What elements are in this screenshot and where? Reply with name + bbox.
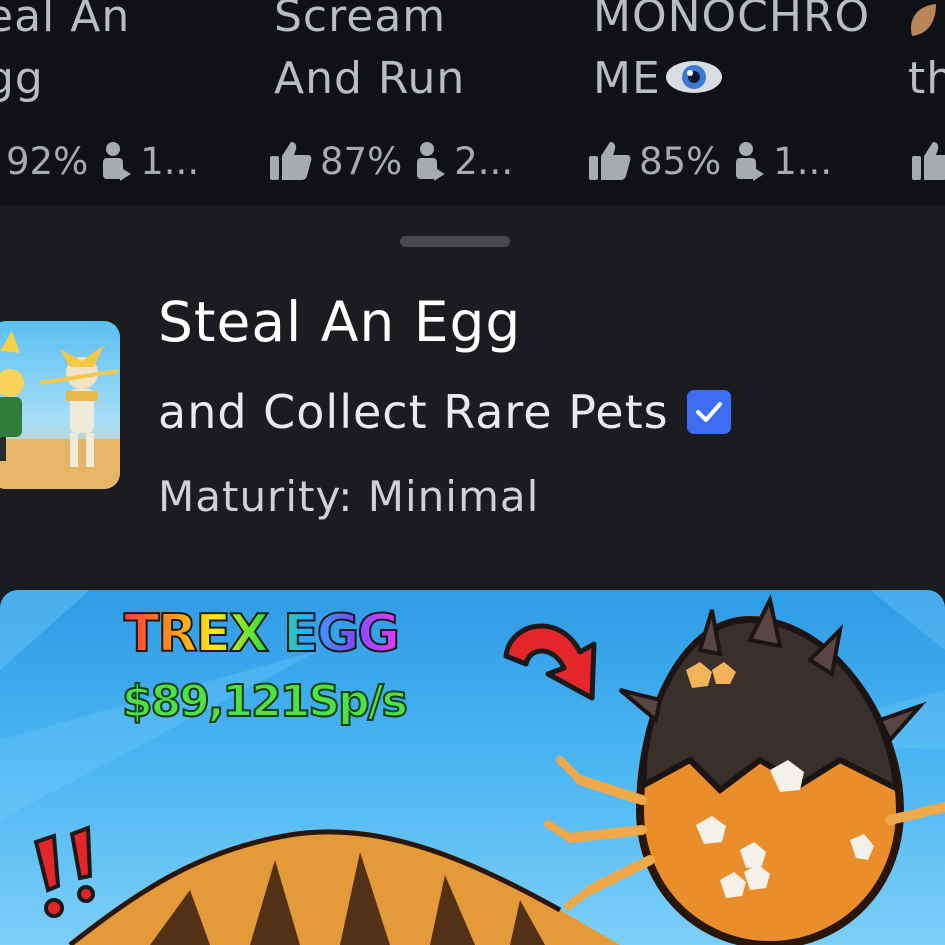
verified-badge-icon — [686, 390, 731, 434]
game-subtitle-row: and Collect Rare Pets — [158, 381, 731, 443]
carousel-card[interactable]: th — [908, 0, 945, 205]
thumbs-up-icon — [589, 142, 631, 180]
players-stat: 1... — [98, 140, 199, 183]
carousel-card[interactable]: MONOCHRO ME 85% 1... — [589, 0, 893, 205]
drag-handle[interactable] — [400, 236, 510, 247]
game-carousel: eal An gg 92% 1... Scream And Run 87% — [0, 0, 945, 205]
card-title: th — [908, 53, 945, 104]
card-title-text: MONOCHRO ME — [593, 0, 871, 104]
maturity-rating: Maturity: Minimal — [158, 472, 540, 521]
alert-marks — [33, 825, 95, 918]
trex-egg — [544, 594, 945, 945]
players-text: 1... — [140, 139, 200, 183]
thumbs-up-icon — [912, 142, 945, 180]
card-stats — [912, 136, 945, 186]
player-icon — [98, 141, 132, 181]
curved-arrow-icon — [503, 623, 597, 701]
players-text: 2... — [454, 139, 514, 183]
game-thumbnail[interactable]: TREX EGG $89,121Sp/s — [0, 590, 945, 945]
card-stats: 87% 2... — [270, 136, 513, 186]
carousel-card[interactable]: eal An gg 92% 1... — [0, 0, 286, 205]
thumbnail-rate: $89,121Sp/s — [121, 675, 409, 728]
eye-icon — [665, 50, 723, 112]
card-stats: 92% 1... — [6, 136, 199, 186]
game-icon[interactable] — [0, 321, 120, 489]
players-text: 1... — [773, 139, 833, 183]
player-icon — [731, 141, 765, 181]
card-title: MONOCHRO ME — [593, 0, 893, 112]
rating-stat: 85% — [589, 140, 721, 183]
card-title: eal An gg — [0, 0, 131, 104]
players-stat: 2... — [412, 140, 513, 183]
card-stats: 85% 1... — [589, 136, 832, 186]
players-stat: 1... — [731, 140, 832, 183]
card-title: Scream And Run — [274, 0, 466, 104]
rating-text: 87% — [320, 139, 403, 183]
carousel-card[interactable]: Scream And Run 87% 2... — [270, 0, 574, 205]
rating-stat: 87% — [270, 140, 402, 183]
thumbs-up-icon — [270, 142, 312, 180]
rating-text: 85% — [639, 139, 722, 183]
player-icon — [412, 141, 446, 181]
game-subtitle: and Collect Rare Pets — [158, 385, 669, 439]
rating-text: 92% — [6, 139, 89, 183]
game-title: Steal An Egg — [158, 290, 522, 354]
game-details-sheet: Steal An Egg and Collect Rare Pets Matur… — [0, 205, 945, 590]
thumbnail-headline: TREX EGG — [123, 603, 401, 665]
